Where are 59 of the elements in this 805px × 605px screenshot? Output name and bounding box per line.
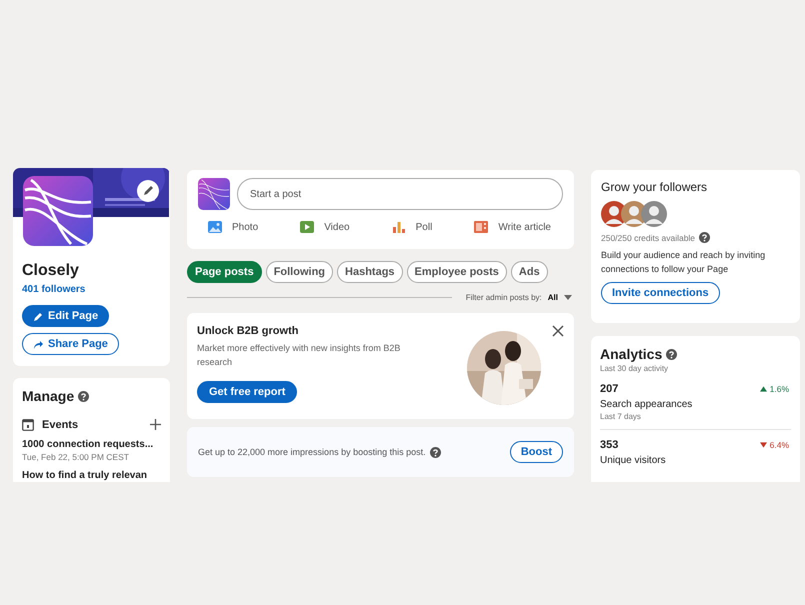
followers-link[interactable]: 401 followers [22,284,86,295]
section-label: Events [42,418,80,430]
trend-change: 6.4% [760,440,789,450]
close-button[interactable] [552,325,564,337]
post-input-field[interactable]: Start a post [237,178,563,210]
post-action-button[interactable]: Write article [472,218,553,236]
event-link[interactable]: How to find a truly relevan [22,470,161,481]
help-icon [666,348,678,360]
avatar-icon [641,201,667,227]
logo-icon [23,176,93,246]
metric-value: 207 [600,383,618,395]
filter-chip[interactable]: Following [266,261,334,283]
page-action-button[interactable]: Edit Page [22,305,110,327]
card-subtitle: Last 30 day activity [600,364,670,373]
invite-button[interactable]: Invite connections [601,282,720,304]
down-triangle-icon [760,442,767,448]
filter-chip[interactable]: Employee posts [406,261,507,283]
document-icon [474,220,488,234]
promo-text: Market more effectively with new insights from B2B research [197,342,402,368]
play-icon [300,220,314,234]
logo-icon [198,178,230,210]
event-date: Tue, Feb 22, 5:00 PM CEST [22,452,130,462]
post-action-button[interactable]: Poll [390,218,434,236]
image-icon [208,220,222,234]
pencil-icon [137,180,159,202]
share-icon [33,338,44,350]
page-action-button[interactable]: Share Page [22,333,119,355]
pencil-icon [33,310,44,322]
filter-chip[interactable]: Ads [510,261,548,283]
help-icon [699,232,710,243]
metric-value: 353 [600,439,618,451]
trend-change: 1.6% [760,384,789,394]
metric-label: Search appearances [600,399,694,410]
promo-title: Unlock B2B growth [197,325,298,337]
filter-chip[interactable]: Page posts [187,261,262,283]
event-link[interactable]: 1000 connection requests... [22,439,161,450]
get-report-button[interactable]: Get free report [197,381,298,403]
calendar-icon [22,418,34,431]
grow-text: Build your audience and reach by inviting connections to follow your Page [601,249,766,276]
help-icon [78,390,90,402]
filter-dropdown[interactable]: All [548,293,572,302]
post-action-button[interactable]: Photo [206,218,260,236]
page-name: Closely [22,262,79,280]
metric-period: Last 7 days [600,412,642,421]
card-title: Analytics [600,346,662,362]
up-triangle-icon [760,386,767,392]
card-title: Grow your followers [601,180,708,194]
post-action-button[interactable]: Video [298,218,352,236]
credits-text: 250/250 credits available [601,232,696,242]
add-button[interactable] [150,419,161,430]
metric-label: Unique visitors [600,455,667,466]
boost-text: Get up to 22,000 more impressions by boosting this post. [198,447,426,457]
card-title: Manage [22,388,74,404]
help-icon [430,446,441,458]
caret-icon [564,295,572,300]
bar-chart-icon [392,220,406,234]
filter-label: Filter admin posts by: [466,293,542,302]
filter-chip[interactable]: Hashtags [337,261,403,283]
boost-button[interactable]: Boost [510,441,563,463]
